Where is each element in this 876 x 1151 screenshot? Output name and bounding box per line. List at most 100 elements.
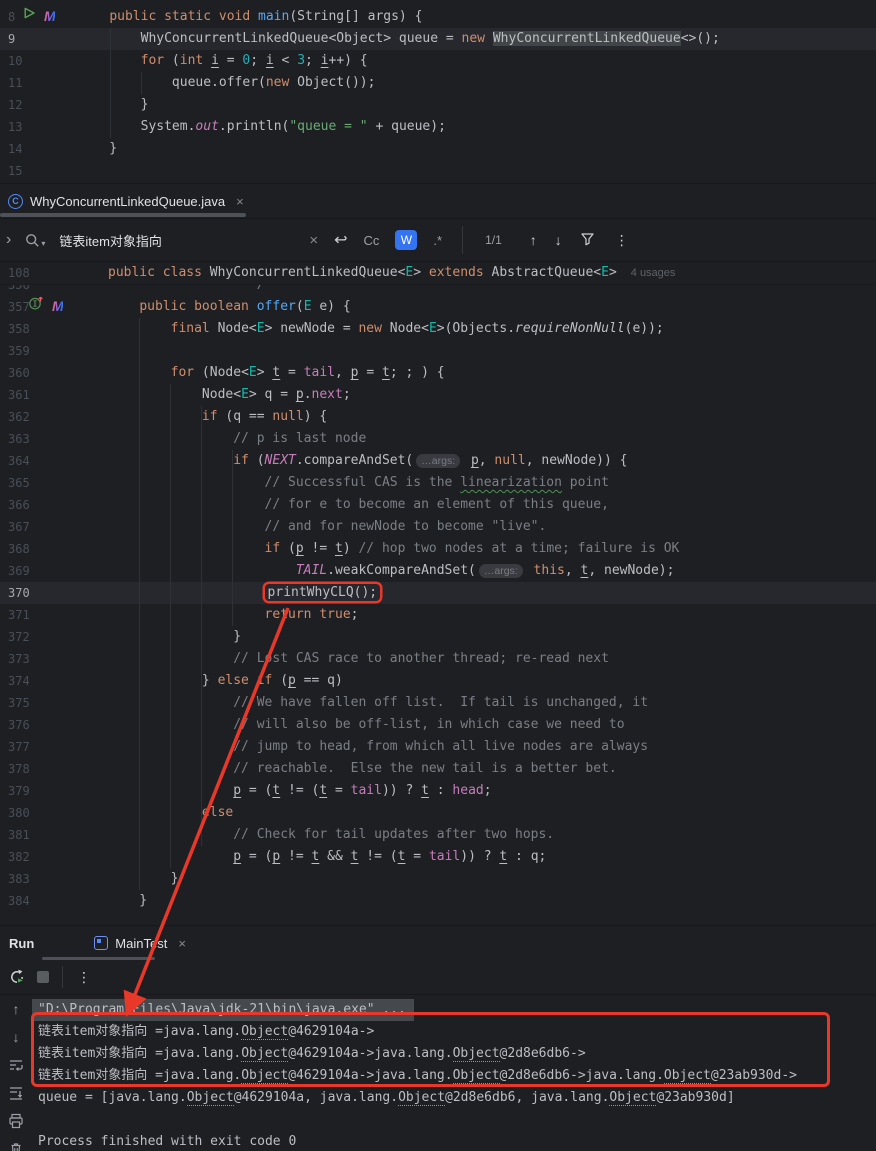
newline-icon[interactable]: ↩	[334, 230, 347, 250]
code-line-15: 15	[0, 160, 876, 182]
line-number: 376	[0, 714, 28, 736]
line-number: 363	[0, 428, 28, 450]
code-line-10: 10 for (int i = 0; i < 3; i++) {	[0, 50, 876, 72]
line-number: 360	[0, 362, 28, 384]
previous-occurrence-icon[interactable]: ↑	[530, 232, 537, 248]
code-line-367: 367 // and for newNode to become "live".	[0, 516, 876, 538]
code-line-363: 363 // p is last node	[0, 428, 876, 450]
line-number: 369	[0, 560, 28, 582]
indent-guide	[141, 72, 142, 94]
indent-guide	[170, 384, 171, 868]
indent-guide	[110, 28, 111, 138]
code-line-369: 369 TAIL.weakCompareAndSet(…args: this, …	[0, 560, 876, 582]
top-editor: 8M public static void main(String[] args…	[0, 0, 876, 183]
line-number: 383	[0, 868, 28, 890]
code-line-364: 364 if (NEXT.compareAndSet(…args: p, nul…	[0, 450, 876, 472]
run-configuration-icon	[94, 936, 108, 950]
indent-guide	[201, 406, 202, 846]
run-icon[interactable]	[22, 6, 36, 28]
line-number: 374	[0, 670, 28, 692]
code-line-374: 374 } else if (p == q)	[0, 670, 876, 692]
code-line-366: 366 // for e to become an element of thi…	[0, 494, 876, 516]
plugin-m-icon[interactable]: M	[44, 5, 55, 29]
indent-guide	[139, 318, 140, 890]
code-line-370: 370 printWhyCLQ();	[0, 582, 876, 604]
divider	[462, 226, 463, 254]
code-line-379: 379 p = (t != (t = tail)) ? t : head;	[0, 780, 876, 802]
line-number: 13	[0, 116, 20, 138]
code-line-12: 12 }	[0, 94, 876, 116]
words-toggle[interactable]: W	[395, 230, 417, 250]
next-occurrence-icon[interactable]: ↓	[555, 232, 562, 248]
line-number: 8	[0, 6, 20, 28]
code-line-361: 361 Node<E> q = p.next;	[0, 384, 876, 406]
divider	[62, 966, 63, 988]
code-line-375: 375 // We have fallen off list. If tail …	[0, 692, 876, 714]
more-options-icon[interactable]: ⋮	[71, 964, 97, 990]
code-line-359: 359	[0, 340, 876, 362]
code-line-382: 382 p = (p != t && t != (t = tail)) ? t …	[0, 846, 876, 868]
annotation-console-box	[31, 1012, 830, 1087]
clear-console-icon[interactable]	[8, 1140, 25, 1151]
search-icon[interactable]: ▾	[25, 233, 45, 248]
main-editor: 357IM public boolean offer(E e) {358 fin…	[0, 295, 876, 925]
regex-toggle[interactable]: .*	[433, 233, 442, 248]
down-stack-trace-icon[interactable]: ↓	[8, 1028, 25, 1045]
code-line-console	[0, 1109, 876, 1131]
indent-guide	[232, 450, 233, 626]
code-line-377: 377 // jump to head, from which all live…	[0, 736, 876, 758]
tabs-scrollbar-thumb[interactable]	[0, 213, 246, 217]
overridden-marker-icon[interactable]: I	[28, 295, 44, 319]
line-number: 379	[0, 780, 28, 802]
line-number: 377	[0, 736, 28, 758]
run-tab-label: MainTest	[115, 936, 167, 951]
ide-window: 8M public static void main(String[] args…	[0, 0, 876, 1151]
code-line-376: 376 // will also be off-list, in which c…	[0, 714, 876, 736]
code-line-384: 384 }	[0, 890, 876, 912]
print-icon[interactable]	[8, 1112, 25, 1129]
line-number: 370	[0, 582, 28, 604]
code-line-13: 13 System.out.println("queue = " + queue…	[0, 116, 876, 138]
plugin-m-icon[interactable]: M	[52, 295, 63, 319]
line-number: 366	[0, 494, 28, 516]
line-number: 382	[0, 846, 28, 868]
up-stack-trace-icon[interactable]: ↑	[8, 1000, 25, 1017]
line-number: 12	[0, 94, 20, 116]
scroll-to-end-icon[interactable]	[8, 1084, 25, 1101]
code-line-362: 362 if (q == null) {	[0, 406, 876, 428]
class-icon: C	[8, 194, 23, 209]
code-line-381: 381 // Check for tail updates after two …	[0, 824, 876, 846]
caret-down-icon: ▾	[41, 239, 45, 248]
chevron-right-icon[interactable]: ›	[6, 231, 11, 249]
code-line-console: Process finished with exit code 0	[0, 1131, 876, 1151]
code-line-371: 371 return true;	[0, 604, 876, 626]
tab-file-label: WhyConcurrentLinkedQueue.java	[30, 194, 225, 209]
line-number: 364	[0, 450, 28, 472]
clear-search-icon[interactable]: ×	[309, 232, 318, 249]
close-icon[interactable]: ×	[236, 194, 244, 209]
line-number: 14	[0, 138, 20, 160]
code-line-11: 11 queue.offer(new Object());	[0, 72, 876, 94]
more-options-icon[interactable]: ⋮	[615, 232, 629, 249]
run-panel-title: Run	[9, 936, 34, 951]
match-case-toggle[interactable]: Cc	[364, 233, 380, 248]
sticky-line: 108public class WhyConcurrentLinkedQueue…	[0, 262, 876, 285]
line-number: 358	[0, 318, 28, 340]
rerun-icon[interactable]	[4, 964, 30, 990]
line-number: 378	[0, 758, 28, 780]
code-line-378: 378 // reachable. Else the new tail is a…	[0, 758, 876, 780]
filter-icon[interactable]	[580, 231, 595, 249]
soft-wrap-icon[interactable]	[8, 1056, 25, 1073]
line-number: 375	[0, 692, 28, 714]
close-icon[interactable]: ×	[178, 936, 186, 951]
run-panel-header: Run MainTest ×	[0, 925, 876, 960]
line-number: 362	[0, 406, 28, 428]
line-number: 365	[0, 472, 28, 494]
find-bar: › ▾ 链表item对象指向 × ↩ Cc W .* 1/1 ↑ ↓ ⋮	[0, 218, 876, 262]
stop-icon[interactable]	[30, 964, 56, 990]
code-line-380: 380 else	[0, 802, 876, 824]
run-tab-maintest[interactable]: MainTest ×	[94, 926, 186, 960]
line-number: 373	[0, 648, 28, 670]
search-input[interactable]: 链表item对象指向	[59, 231, 309, 250]
code-line-383: 383 }	[0, 868, 876, 890]
